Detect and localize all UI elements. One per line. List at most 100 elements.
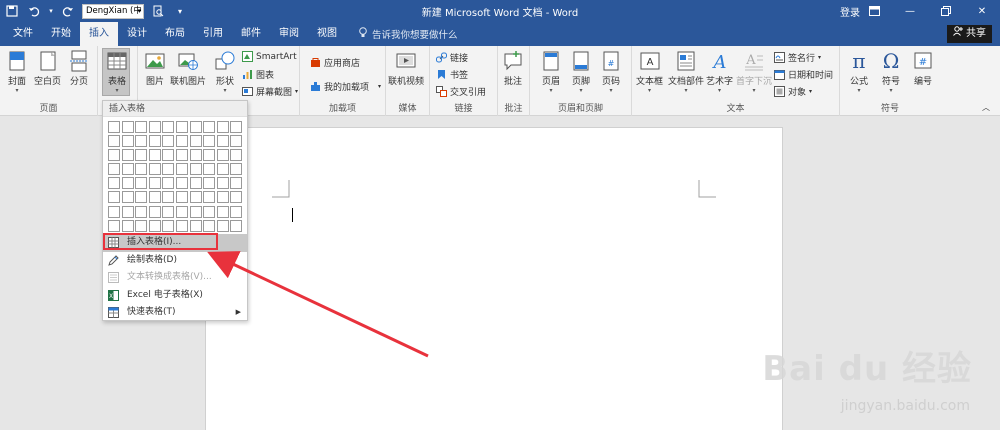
- grid-cell[interactable]: [148, 177, 161, 190]
- grid-cell[interactable]: [203, 191, 216, 204]
- grid-cell[interactable]: [148, 135, 161, 148]
- grid-cell[interactable]: [108, 149, 120, 162]
- symbol-button[interactable]: Ω 符号 ▾: [880, 50, 902, 94]
- grid-cell[interactable]: [203, 219, 216, 232]
- signature-line-button[interactable]: 签名行 ▾: [774, 51, 821, 64]
- grid-cell[interactable]: [148, 121, 161, 133]
- grid-cell[interactable]: [203, 135, 216, 148]
- grid-cell[interactable]: [121, 219, 134, 232]
- menu-draw-table[interactable]: 绘制表格(D): [103, 252, 247, 270]
- print-preview-icon[interactable]: [150, 3, 166, 19]
- grid-cell[interactable]: [230, 149, 243, 162]
- screenshot-button[interactable]: 屏幕截图 ▾: [242, 85, 298, 98]
- page-break-button[interactable]: 分页: [68, 50, 90, 87]
- grid-cell[interactable]: [189, 219, 202, 232]
- grid-cell[interactable]: [216, 177, 229, 190]
- grid-cell[interactable]: [203, 121, 216, 133]
- grid-cell[interactable]: [162, 149, 175, 162]
- minimize-icon[interactable]: —: [892, 0, 928, 22]
- grid-cell[interactable]: [175, 219, 188, 232]
- grid-cell[interactable]: [175, 121, 188, 133]
- grid-cell[interactable]: [175, 149, 188, 162]
- smartart-button[interactable]: SmartArt: [242, 51, 297, 62]
- tab-view[interactable]: 视图: [308, 22, 346, 46]
- grid-cell[interactable]: [175, 135, 188, 148]
- grid-cell[interactable]: [162, 191, 175, 204]
- grid-cell[interactable]: [189, 163, 202, 176]
- share-button[interactable]: 共享: [947, 25, 992, 43]
- footer-button[interactable]: 页脚 ▾: [570, 50, 592, 94]
- grid-cell[interactable]: [203, 149, 216, 162]
- grid-cell[interactable]: [175, 191, 188, 204]
- grid-cell[interactable]: [216, 121, 229, 133]
- ribbon-display-icon[interactable]: [856, 0, 892, 22]
- grid-cell[interactable]: [121, 191, 134, 204]
- grid-cell[interactable]: [203, 163, 216, 176]
- grid-cell[interactable]: [175, 163, 188, 176]
- menu-excel-spreadsheet[interactable]: X Excel 电子表格(X): [103, 287, 247, 305]
- table-size-grid[interactable]: [108, 121, 243, 233]
- collapse-ribbon-icon[interactable]: ︿: [982, 102, 990, 113]
- grid-cell[interactable]: [135, 219, 148, 232]
- grid-cell[interactable]: [230, 191, 243, 204]
- grid-cell[interactable]: [108, 121, 120, 133]
- grid-cell[interactable]: [230, 135, 243, 148]
- grid-cell[interactable]: [230, 219, 243, 232]
- number-button[interactable]: # 编号: [912, 50, 934, 87]
- grid-cell[interactable]: [216, 205, 229, 218]
- grid-cell[interactable]: [135, 135, 148, 148]
- menu-quick-tables[interactable]: 快速表格(T) ▶: [103, 304, 247, 322]
- grid-cell[interactable]: [135, 205, 148, 218]
- grid-cell[interactable]: [108, 191, 120, 204]
- grid-cell[interactable]: [189, 121, 202, 133]
- grid-cell[interactable]: [203, 205, 216, 218]
- grid-cell[interactable]: [135, 163, 148, 176]
- table-button[interactable]: 表格 ▾: [106, 50, 128, 94]
- comment-button[interactable]: 批注: [502, 50, 524, 87]
- grid-cell[interactable]: [175, 205, 188, 218]
- store-button[interactable]: 应用商店: [310, 56, 360, 69]
- grid-cell[interactable]: [189, 135, 202, 148]
- grid-cell[interactable]: [216, 163, 229, 176]
- tell-me-box[interactable]: 告诉我你想要做什么: [346, 22, 458, 46]
- undo-icon[interactable]: [26, 3, 42, 19]
- grid-cell[interactable]: [121, 205, 134, 218]
- datetime-button[interactable]: 日期和时间: [774, 68, 833, 81]
- grid-cell[interactable]: [148, 163, 161, 176]
- grid-cell[interactable]: [121, 163, 134, 176]
- grid-cell[interactable]: [162, 219, 175, 232]
- tab-references[interactable]: 引用: [194, 22, 232, 46]
- grid-cell[interactable]: [203, 177, 216, 190]
- tab-layout[interactable]: 布局: [156, 22, 194, 46]
- grid-cell[interactable]: [162, 163, 175, 176]
- grid-cell[interactable]: [189, 177, 202, 190]
- font-name-box[interactable]: DengXian (中 ▾: [82, 3, 144, 19]
- grid-cell[interactable]: [230, 205, 243, 218]
- grid-cell[interactable]: [135, 191, 148, 204]
- grid-cell[interactable]: [230, 121, 243, 133]
- blank-page-button[interactable]: 空白页: [34, 50, 61, 87]
- online-video-button[interactable]: 联机视频: [388, 50, 424, 87]
- cover-page-button[interactable]: 封面 ▾: [6, 50, 28, 94]
- page-number-button[interactable]: # 页码 ▾: [600, 50, 622, 94]
- grid-cell[interactable]: [189, 205, 202, 218]
- grid-cell[interactable]: [108, 205, 120, 218]
- textbox-button[interactable]: A 文本框 ▾: [636, 50, 663, 94]
- redo-icon[interactable]: [60, 3, 76, 19]
- tab-review[interactable]: 审阅: [270, 22, 308, 46]
- restore-icon[interactable]: [928, 0, 964, 22]
- dropcap-button[interactable]: A 首字下沉 ▾: [736, 50, 772, 94]
- grid-cell[interactable]: [148, 149, 161, 162]
- grid-cell[interactable]: [216, 149, 229, 162]
- grid-cell[interactable]: [189, 149, 202, 162]
- grid-cell[interactable]: [108, 177, 120, 190]
- wordart-button[interactable]: A 艺术字 ▾: [706, 50, 733, 94]
- quick-parts-button[interactable]: 文档部件 ▾: [668, 50, 704, 94]
- tab-insert[interactable]: 插入: [80, 22, 118, 46]
- grid-cell[interactable]: [162, 121, 175, 133]
- tab-design[interactable]: 设计: [118, 22, 156, 46]
- grid-cell[interactable]: [135, 149, 148, 162]
- tab-mailings[interactable]: 邮件: [232, 22, 270, 46]
- my-addins-button[interactable]: 我的加载项 ▾: [310, 80, 381, 93]
- bookmark-button[interactable]: 书签: [436, 68, 468, 81]
